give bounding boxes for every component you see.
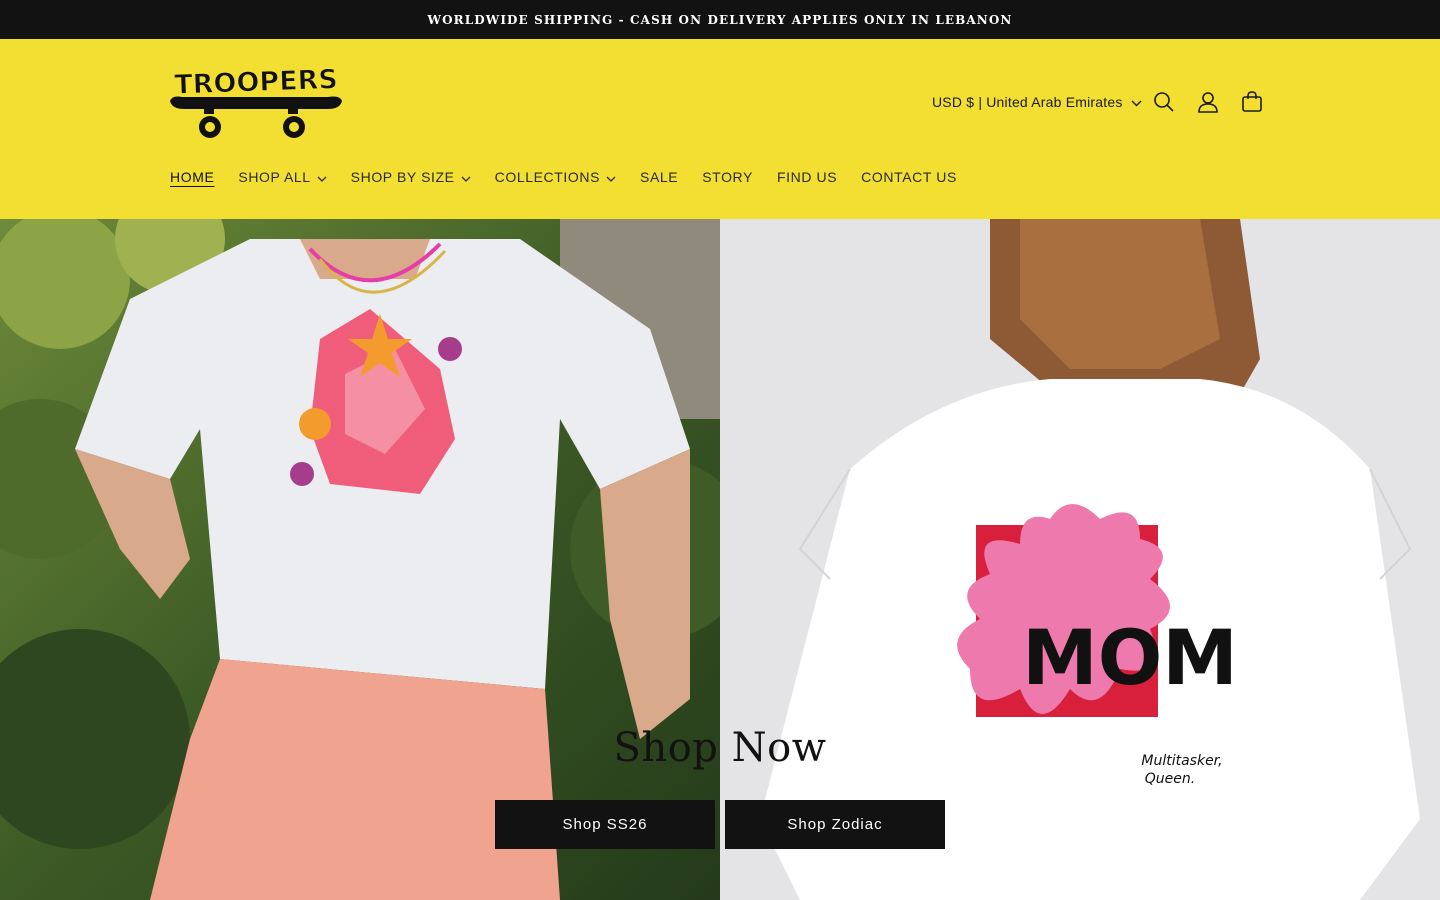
shop-zodiac-button[interactable]: Shop Zodiac xyxy=(725,800,945,849)
hero-image-right: MOM Multitasker, Queen. xyxy=(720,219,1440,900)
chevron-down-icon xyxy=(606,169,616,185)
nav-item-label: SALE xyxy=(640,169,679,185)
hero-banner: MOM Multitasker, Queen. Shop Now Shop SS… xyxy=(0,219,1440,900)
announcement-text: WORLDWIDE SHIPPING - CASH ON DELIVERY AP… xyxy=(427,12,1013,27)
nav-item-label: CONTACT US xyxy=(861,169,957,185)
nav-item-contact-us[interactable]: CONTACT US xyxy=(861,169,957,185)
cart-icon[interactable] xyxy=(1235,85,1269,119)
nav-item-collections[interactable]: COLLECTIONS xyxy=(495,169,616,185)
hero-image-left xyxy=(0,219,720,900)
main-navigation: HOME SHOP ALL SHOP BY SIZE COLLECTIONS S… xyxy=(170,165,981,189)
nav-item-story[interactable]: STORY xyxy=(702,169,753,185)
search-icon[interactable] xyxy=(1147,85,1181,119)
chevron-down-icon xyxy=(461,169,471,185)
locale-label: USD $ | United Arab Emirates xyxy=(932,94,1123,110)
chevron-down-icon xyxy=(317,169,327,185)
site-header: TROOPERS USD $ | United Arab Emirates HO… xyxy=(0,39,1440,219)
nav-item-label: FIND US xyxy=(776,169,838,185)
mom-print-caption-2: Queen. xyxy=(1145,771,1195,787)
chevron-down-icon xyxy=(1131,94,1142,110)
troopers-logo[interactable]: TROOPERS xyxy=(168,61,344,141)
currency-country-selector[interactable]: USD $ | United Arab Emirates xyxy=(932,88,1142,116)
logo-text: TROOPERS xyxy=(174,64,339,101)
announcement-bar: WORLDWIDE SHIPPING - CASH ON DELIVERY AP… xyxy=(0,0,1440,39)
nav-item-label: STORY xyxy=(702,169,753,185)
nav-item-find-us[interactable]: FIND US xyxy=(777,169,837,185)
nav-item-sale[interactable]: SALE xyxy=(640,169,678,185)
account-icon[interactable] xyxy=(1191,85,1225,119)
hero-heading: Shop Now xyxy=(613,725,827,771)
shop-ss26-button[interactable]: Shop SS26 xyxy=(495,800,715,849)
nav-item-shop-by-size[interactable]: SHOP BY SIZE xyxy=(351,169,471,185)
nav-item-label: HOME xyxy=(170,169,215,185)
nav-item-label: SHOP ALL xyxy=(238,169,311,185)
nav-item-shop-all[interactable]: SHOP ALL xyxy=(238,169,327,185)
nav-item-home[interactable]: HOME xyxy=(170,169,214,185)
mom-print-word: MOM xyxy=(1022,613,1238,702)
nav-item-label: COLLECTIONS xyxy=(494,169,601,185)
nav-item-label: SHOP BY SIZE xyxy=(350,169,455,185)
